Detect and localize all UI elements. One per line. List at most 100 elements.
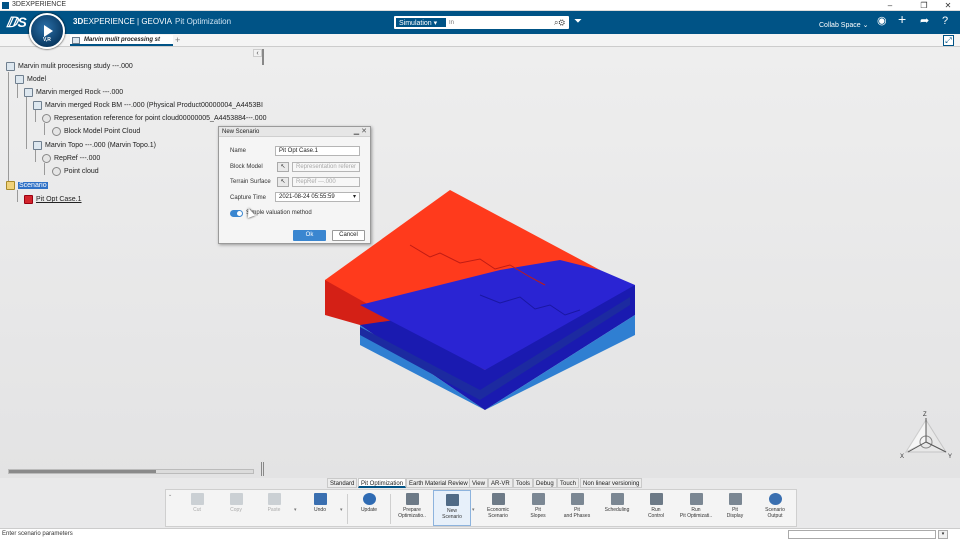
search-scope-select[interactable]: Simulation ▾ bbox=[395, 17, 447, 28]
product-icon bbox=[24, 87, 33, 97]
undo-dropdown-icon[interactable]: ▾ bbox=[340, 507, 343, 513]
splitter-grip[interactable] bbox=[261, 462, 264, 476]
paste-button[interactable]: Paste bbox=[255, 490, 293, 526]
economic-scenario-button[interactable]: Economic Scenario bbox=[479, 490, 517, 526]
new-scenario-button[interactable]: New Scenario bbox=[433, 490, 471, 526]
command-options-button[interactable]: ▾ bbox=[938, 530, 948, 539]
action-bar-grip-icon[interactable]: ⌄ bbox=[168, 492, 172, 498]
tree-merged-rock[interactable]: Marvin merged Rock ---.000 bbox=[24, 87, 123, 99]
orientation-triad[interactable]: Z X Y bbox=[898, 410, 956, 462]
collab-space-menu[interactable]: Collab Space ⌄ bbox=[819, 21, 868, 29]
copy-button[interactable]: Copy bbox=[217, 490, 255, 526]
update-button[interactable]: Update bbox=[350, 490, 388, 526]
scrollbar-thumb[interactable] bbox=[9, 470, 156, 473]
undo-button[interactable]: Undo bbox=[301, 490, 339, 526]
tree-rep-ref-label: Representation reference for point cloud… bbox=[54, 115, 267, 122]
tree-pit-case[interactable]: Pit Opt Case.1 bbox=[24, 194, 82, 206]
capture-time-label: Capture Time bbox=[230, 195, 267, 201]
tree-scenario[interactable]: Scenario bbox=[6, 180, 48, 192]
name-field[interactable]: Pit Opt Case.1 bbox=[275, 146, 360, 156]
ok-button[interactable]: Ok bbox=[293, 230, 326, 241]
tab-debug[interactable]: Debug bbox=[533, 478, 557, 488]
pit-phases-icon bbox=[570, 493, 584, 505]
restore-button[interactable]: ❐ bbox=[914, 0, 934, 11]
tab-touch[interactable]: Touch bbox=[557, 478, 580, 488]
tab-ar-vr[interactable]: AR-VR bbox=[488, 478, 513, 488]
tab-study[interactable]: Marvin mulit processing st bbox=[70, 35, 173, 46]
run-pit-optimization-button[interactable]: Run Pit Optimizati.. bbox=[677, 490, 715, 526]
new-scenario-icon bbox=[445, 494, 459, 506]
tab-label: Marvin mulit processing st bbox=[84, 37, 161, 43]
compass-icon[interactable]: V,R bbox=[29, 13, 65, 49]
block-model-field: Representation referer bbox=[292, 162, 360, 172]
copy-icon bbox=[229, 493, 243, 505]
dialog-minimize-button[interactable]: ▁ bbox=[354, 128, 359, 135]
tree-root-label: Marvin mulit procesisng study ---.000 bbox=[18, 63, 133, 70]
scheduling-button[interactable]: Scheduling bbox=[598, 490, 636, 526]
simple-valuation-label: Simple valuation method bbox=[246, 210, 312, 216]
user-avatar-icon[interactable]: ◉ bbox=[877, 15, 887, 28]
app-icon bbox=[2, 2, 9, 9]
representation-icon bbox=[42, 113, 51, 123]
scenario-output-button[interactable]: Scenario Output bbox=[756, 490, 794, 526]
tab-standard[interactable]: Standard bbox=[327, 478, 358, 488]
capture-time-select[interactable]: 2021-08-24 05:55:59 ▾ bbox=[275, 192, 360, 202]
tree-block-cloud[interactable]: Block Model Point Cloud bbox=[52, 126, 140, 138]
ds-logo-icon: ⅅS bbox=[6, 14, 27, 30]
dialog-close-button[interactable]: ✕ bbox=[361, 128, 367, 135]
copy-label: Copy bbox=[230, 507, 242, 513]
collapse-tree-button[interactable]: ‹ bbox=[253, 49, 262, 57]
close-button[interactable]: ✕ bbox=[938, 0, 958, 11]
product-icon bbox=[33, 140, 42, 150]
tree-repref[interactable]: RepRef ---.000 bbox=[42, 153, 100, 165]
tree-point-cloud[interactable]: Point cloud bbox=[52, 166, 99, 178]
pit-slopes-button[interactable]: Pit Slopes bbox=[519, 490, 557, 526]
new-scenario-label-2: Scenario bbox=[442, 514, 462, 520]
undo-icon bbox=[313, 493, 327, 505]
minimize-button[interactable]: – bbox=[880, 0, 900, 11]
pit-display-button[interactable]: Pit Display bbox=[716, 490, 754, 526]
search-input[interactable] bbox=[449, 18, 544, 27]
cancel-button[interactable]: Cancel bbox=[332, 230, 365, 241]
tree-rock-bm[interactable]: Marvin merged Rock BM ---.000 (Physical … bbox=[33, 100, 263, 112]
tree-splitter[interactable] bbox=[262, 49, 264, 65]
cut-button[interactable]: Cut bbox=[178, 490, 216, 526]
add-icon[interactable]: + bbox=[898, 12, 906, 26]
tree-rep-ref[interactable]: Representation reference for point cloud… bbox=[42, 113, 267, 125]
simple-valuation-toggle[interactable] bbox=[230, 210, 243, 217]
tab-non-linear-versioning[interactable]: Non linear versioning bbox=[580, 478, 643, 488]
prepare-optimization-button[interactable]: Prepare Optimizatio.. bbox=[393, 490, 431, 526]
pit-phases-label-2: and Phases bbox=[563, 513, 591, 519]
share-icon[interactable]: ➦ bbox=[920, 15, 929, 28]
tab-pit-optimization[interactable]: Pit Optimization bbox=[358, 478, 407, 488]
tree-model[interactable]: Model bbox=[15, 74, 46, 86]
help-icon[interactable]: ? bbox=[942, 15, 948, 28]
tab-view[interactable]: View bbox=[469, 478, 488, 488]
tree-horizontal-scrollbar[interactable] bbox=[8, 469, 254, 474]
triad-z-label: Z bbox=[923, 412, 927, 418]
tree-scenario-label: Scenario bbox=[18, 182, 48, 189]
search-icon[interactable]: ⌕⚙ bbox=[554, 17, 565, 28]
add-tab-button[interactable]: + bbox=[175, 35, 180, 45]
tab-tools[interactable]: Tools bbox=[513, 478, 534, 488]
scenario-icon bbox=[6, 180, 15, 190]
run-control-button[interactable]: Run Control bbox=[637, 490, 675, 526]
tab-earth-material-review[interactable]: Earth Material Review bbox=[406, 478, 471, 488]
tree-model-label: Model bbox=[27, 76, 47, 83]
app-name: Pit Optimization bbox=[175, 17, 232, 26]
new-scenario-dropdown-icon[interactable]: ▾ bbox=[472, 507, 475, 513]
new-scenario-dialog: New Scenario ▁ ✕ Name Pit Opt Case.1 Blo… bbox=[218, 126, 371, 244]
pit-and-phases-button[interactable]: Pit and Phases bbox=[558, 490, 596, 526]
terrain-select-button[interactable]: ↖ bbox=[277, 177, 289, 187]
block-model-select-button[interactable]: ↖ bbox=[277, 162, 289, 172]
command-input[interactable] bbox=[788, 530, 936, 539]
paste-dropdown-icon[interactable]: ▾ bbox=[294, 507, 297, 513]
tag-icon[interactable]: ⏷ bbox=[574, 16, 582, 27]
tree-merged-rock-label: Marvin merged Rock ---.000 bbox=[36, 89, 124, 96]
tree-topo[interactable]: Marvin Topo ---.000 (Marvin Topo.1) bbox=[33, 140, 156, 152]
tree-root[interactable]: Marvin mulit procesisng study ---.000 bbox=[6, 61, 133, 73]
toggle-knob bbox=[237, 211, 242, 216]
search-scope-label: Simulation bbox=[399, 20, 432, 27]
pit-slopes-label-2: Slopes bbox=[530, 513, 546, 519]
fullscreen-icon[interactable]: ⤢ bbox=[943, 35, 954, 46]
